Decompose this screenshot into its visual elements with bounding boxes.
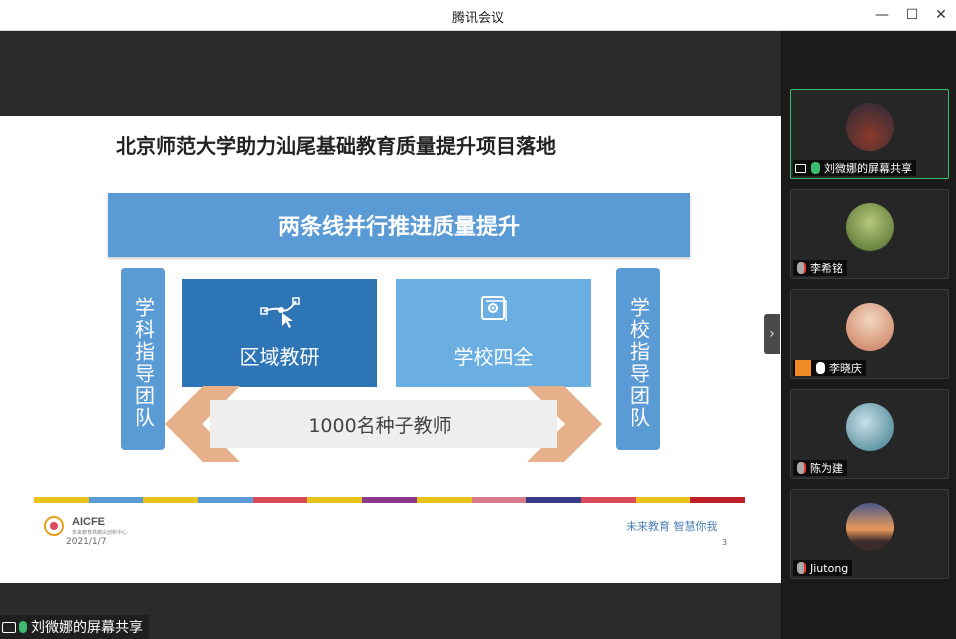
- participant-tile[interactable]: 刘微娜的屏幕共享: [790, 89, 949, 179]
- color-bar-segment: [526, 497, 581, 503]
- host-user-icon: [795, 360, 811, 376]
- collapse-panel-button[interactable]: ›: [764, 314, 780, 354]
- right-vertical-box: 学校指导团队: [616, 268, 660, 450]
- participant-nametag: 刘微娜的屏幕共享: [793, 160, 916, 176]
- decorative-color-bar: [34, 497, 745, 503]
- participant-tile[interactable]: 陈为建: [790, 389, 949, 479]
- slide-title: 北京师范大学助力汕尾基础教育质量提升项目落地: [116, 134, 556, 158]
- mic-on-icon: [811, 162, 820, 174]
- participant-nametag: 李晓庆: [793, 360, 866, 376]
- screen-share-icon: [795, 163, 806, 173]
- color-bar-segment: [88, 497, 144, 503]
- window-title: 腾讯会议: [451, 11, 504, 26]
- color-bar-segment: [34, 497, 89, 503]
- avatar: [846, 303, 894, 351]
- avatar: [846, 403, 894, 451]
- participant-nametag: 李希铭: [793, 260, 847, 276]
- share-label-text: 刘微娜的屏幕共享: [31, 620, 143, 636]
- mic-muted-icon: [797, 462, 806, 474]
- participant-name: Jiutong: [810, 561, 849, 575]
- avatar: [846, 203, 894, 251]
- participant-name: 刘微娜的屏幕共享: [824, 162, 912, 175]
- participant-name: 李晓庆: [829, 362, 862, 375]
- logo-text: AICFE: [72, 516, 105, 528]
- close-button[interactable]: ✕: [932, 6, 950, 24]
- participant-name: 李希铭: [810, 262, 843, 275]
- arrow-label: 1000名种子教师: [308, 415, 452, 437]
- participant-name: 陈为建: [810, 462, 843, 475]
- shared-screen-area: 北京师范大学助力汕尾基础教育质量提升项目落地 两条线并行推进质量提升 学科指导团…: [0, 31, 781, 639]
- color-bar-segment: [635, 497, 691, 503]
- color-bar-segment: [362, 497, 417, 503]
- slide-page-number: 3: [722, 538, 728, 547]
- window-titlebar: 腾讯会议 — ☐ ✕: [0, 0, 956, 31]
- participant-tile[interactable]: 李希铭: [790, 189, 949, 279]
- mic-on-icon: [816, 362, 825, 374]
- participant-tile[interactable]: 李晓庆: [790, 289, 949, 379]
- screen-share-icon: [2, 621, 16, 633]
- box-regional-research: 区域教研: [182, 279, 377, 387]
- maximize-button[interactable]: ☐: [903, 6, 921, 24]
- left-vertical-box: 学科指导团队: [121, 268, 165, 450]
- logo-subtext: 未来教育高精尖创新中心: [72, 529, 127, 536]
- participant-panel: 刘微娜的屏幕共享 李希铭 李晓庆 陈为建 Jiutong: [781, 31, 956, 639]
- color-bar-segment: [416, 497, 472, 503]
- mic-muted-icon: [797, 562, 806, 574]
- minimize-button[interactable]: —: [873, 6, 891, 24]
- pen-tool-icon: [258, 293, 302, 334]
- color-bar-segment: [307, 497, 363, 503]
- screen-share-label: 刘微娜的屏幕共享: [0, 615, 149, 639]
- color-bar-segment: [471, 497, 527, 503]
- avatar: [846, 503, 894, 551]
- gear-document-icon: [477, 293, 511, 330]
- slide-date: 2021/1/7: [66, 537, 107, 547]
- participant-tile[interactable]: Jiutong: [790, 489, 949, 579]
- mic-muted-icon: [797, 262, 806, 274]
- color-bar-segment: [252, 497, 308, 503]
- participant-nametag: 陈为建: [793, 460, 847, 476]
- presentation-slide: 北京师范大学助力汕尾基础教育质量提升项目落地 两条线并行推进质量提升 学科指导团…: [0, 116, 781, 583]
- mic-on-icon: [19, 621, 27, 633]
- avatar: [846, 103, 894, 151]
- color-bar-segment: [690, 497, 745, 503]
- participant-nametag: Jiutong: [793, 560, 853, 576]
- color-bar-segment: [198, 497, 253, 503]
- slide-banner: 两条线并行推进质量提升: [108, 193, 690, 257]
- box-right-label: 学校四全: [453, 345, 534, 369]
- color-bar-segment: [580, 497, 636, 503]
- box-left-label: 区域教研: [239, 345, 320, 369]
- color-bar-segment: [143, 497, 199, 503]
- slide-slogan: 未来教育 智慧你我: [626, 520, 718, 533]
- box-school-four: 学校四全: [396, 279, 591, 387]
